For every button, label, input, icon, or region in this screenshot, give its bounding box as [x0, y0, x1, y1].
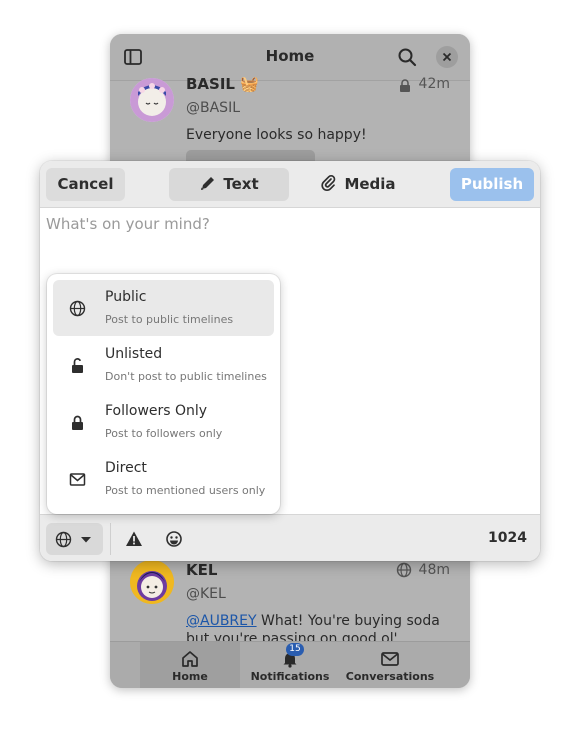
visibility-option-direct[interactable]: Direct Post to mentioned users only: [53, 451, 274, 507]
emoji-icon[interactable]: [165, 530, 183, 548]
globe-icon: [396, 562, 412, 578]
unlocked-icon: [72, 358, 83, 373]
lock-icon: [400, 79, 410, 92]
tab-media[interactable]: Media: [308, 168, 408, 201]
mail-icon: [381, 652, 399, 666]
nav-item-conversations[interactable]: Conversations: [340, 642, 440, 688]
option-description: Post to followers only: [105, 427, 223, 440]
nav-item-label: Home: [172, 670, 208, 683]
chevron-down-icon: [81, 537, 91, 543]
post-author-name[interactable]: KEL: [186, 561, 217, 579]
option-description: Don't post to public timelines: [105, 370, 267, 383]
option-title: Public: [105, 289, 147, 305]
attachment-icon: [321, 175, 336, 192]
notification-badge: 15: [286, 643, 304, 656]
tab-text-label: Text: [223, 175, 259, 193]
globe-icon: [69, 300, 86, 317]
nav-item-label: Conversations: [345, 670, 435, 683]
post-author-handle: @BASIL: [186, 100, 240, 116]
cancel-button[interactable]: Cancel: [46, 168, 125, 201]
option-title: Followers Only: [105, 403, 208, 419]
post-body: Everyone looks so happy!: [186, 127, 367, 143]
visibility-popover: Public Post to public timelines Unlisted…: [47, 274, 280, 514]
tab-text[interactable]: Text: [169, 168, 289, 201]
visibility-option-unlisted[interactable]: Unlisted Don't post to public timelines: [53, 337, 274, 393]
avatar[interactable]: [130, 560, 174, 604]
compose-header: Cancel Text Media Publish: [40, 161, 540, 208]
option-description: Post to public timelines: [105, 313, 234, 326]
close-icon: [442, 52, 452, 62]
globe-icon: [55, 531, 72, 548]
post-time: 48m: [418, 562, 450, 578]
post-author-name[interactable]: BASIL 🧺: [186, 75, 259, 93]
bottom-navigation: Home Notifications 15 Conversations: [110, 641, 470, 688]
character-counter: 1024: [488, 530, 527, 546]
publish-button[interactable]: Publish: [450, 168, 534, 201]
compose-footer: 1024: [40, 514, 540, 561]
envelope-icon: [69, 473, 86, 486]
mention-link[interactable]: @AUBREY: [186, 613, 257, 629]
tab-media-label: Media: [344, 175, 396, 193]
timeline-post[interactable]: KEL 48m @KEL @AUBREY What! You're buying…: [110, 556, 470, 665]
content-warning-icon[interactable]: [125, 530, 143, 548]
post-time: 42m: [418, 76, 450, 92]
option-title: Direct: [105, 460, 147, 476]
visibility-option-followers-only[interactable]: Followers Only Post to followers only: [53, 394, 274, 450]
visibility-option-public[interactable]: Public Post to public timelines: [53, 280, 274, 336]
lock-icon: [72, 415, 83, 430]
close-button[interactable]: [436, 46, 458, 68]
nav-item-label: Notifications: [250, 670, 330, 683]
search-icon[interactable]: [396, 46, 418, 68]
pencil-icon: [201, 177, 215, 190]
option-title: Unlisted: [105, 346, 163, 362]
home-icon: [182, 651, 198, 667]
nav-item-home[interactable]: Home: [140, 642, 240, 688]
visibility-dropdown-button[interactable]: [46, 523, 103, 555]
compose-text-area[interactable]: What's on your mind?: [46, 215, 210, 233]
post-author-handle: @KEL: [186, 586, 226, 602]
divider: [110, 523, 111, 555]
avatar[interactable]: [130, 78, 174, 122]
option-description: Post to mentioned users only: [105, 484, 266, 497]
